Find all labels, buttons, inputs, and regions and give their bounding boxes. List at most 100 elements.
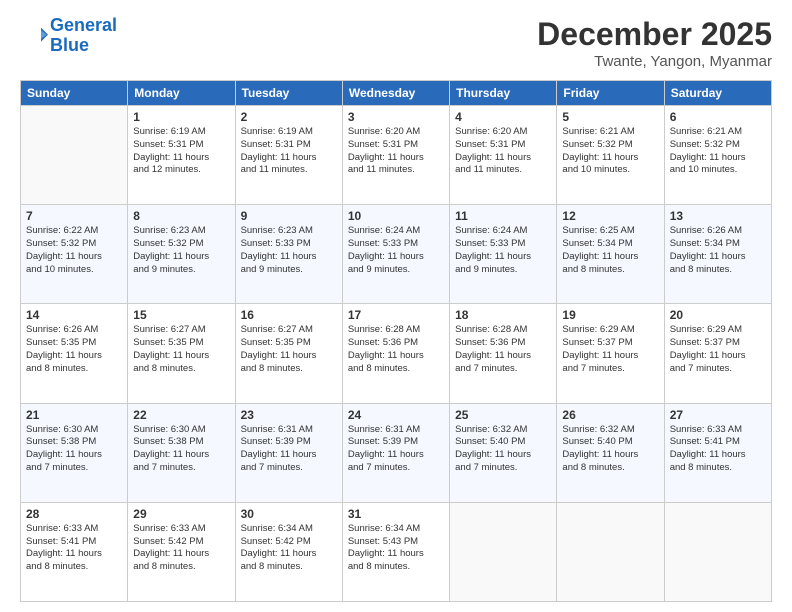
- calendar-cell: 14Sunrise: 6:26 AMSunset: 5:35 PMDayligh…: [21, 304, 128, 403]
- calendar-cell: 26Sunrise: 6:32 AMSunset: 5:40 PMDayligh…: [557, 403, 664, 502]
- day-info: Sunrise: 6:23 AMSunset: 5:33 PMDaylight:…: [241, 225, 337, 276]
- logo-icon: [20, 22, 48, 50]
- day-number: 10: [348, 209, 444, 223]
- day-info: Sunrise: 6:33 AMSunset: 5:41 PMDaylight:…: [26, 523, 122, 574]
- calendar-cell: 11Sunrise: 6:24 AMSunset: 5:33 PMDayligh…: [450, 205, 557, 304]
- calendar-cell: 23 Sunrise: 6:31 AMSunset: 5:39 PMDayligh…: [235, 403, 342, 502]
- calendar-cell: 2Sunrise: 6:19 AMSunset: 5:31 PMDaylight…: [235, 106, 342, 205]
- day-info: Sunrise: 6:32 AMSunset: 5:40 PMDaylight:…: [562, 424, 658, 475]
- calendar-cell: 17 Sunrise: 6:28 AMSunset: 5:36 PMDayligh…: [342, 304, 449, 403]
- day-number: 23: [241, 408, 337, 422]
- day-number: 16: [241, 308, 337, 322]
- day-info: Sunrise: 6:24 AMSunset: 5:33 PMDaylight:…: [455, 225, 551, 276]
- day-info: Sunrise: 6:33 AMSunset: 5:42 PMDaylight:…: [133, 523, 229, 574]
- day-info: Sunrise: 6:26 AMSunset: 5:34 PMDaylight:…: [670, 225, 766, 276]
- day-number: 29: [133, 507, 229, 521]
- day-info: Sunrise: 6:21 AMSunset: 5:32 PMDaylight:…: [562, 126, 658, 177]
- day-info: Sunrise: 6:20 AMSunset: 5:31 PMDaylight:…: [348, 126, 444, 177]
- day-number: 12: [562, 209, 658, 223]
- day-info: Sunrise: 6:25 AMSunset: 5:34 PMDaylight:…: [562, 225, 658, 276]
- day-info: Sunrise: 6:34 AMSunset: 5:43 PMDaylight:…: [348, 523, 444, 574]
- day-number: 31: [348, 507, 444, 521]
- header: General Blue December 2025 Twante, Yango…: [20, 16, 772, 70]
- day-number: 2: [241, 110, 337, 124]
- day-info: Sunrise: 6:31 AMSunset: 5:39 PMDaylight:…: [348, 424, 444, 475]
- week-row-3: 14Sunrise: 6:26 AMSunset: 5:35 PMDayligh…: [21, 304, 772, 403]
- day-info: Sunrise: 6:28 AMSunset: 5:36 PMDaylight:…: [455, 324, 551, 375]
- day-info: Sunrise: 6:20 AMSunset: 5:31 PMDaylight:…: [455, 126, 551, 177]
- day-info: Sunrise: 6:31 AMSunset: 5:39 PMDaylight:…: [241, 424, 337, 475]
- day-info: Sunrise: 6:32 AMSunset: 5:40 PMDaylight:…: [455, 424, 551, 475]
- logo: General Blue: [20, 16, 117, 56]
- day-number: 1: [133, 110, 229, 124]
- day-info: Sunrise: 6:30 AMSunset: 5:38 PMDaylight:…: [133, 424, 229, 475]
- day-info: Sunrise: 6:22 AMSunset: 5:32 PMDaylight:…: [26, 225, 122, 276]
- title-block: December 2025 Twante, Yangon, Myanmar: [537, 16, 772, 70]
- calendar-cell: 4 Sunrise: 6:20 AMSunset: 5:31 PMDaylight…: [450, 106, 557, 205]
- day-header-tuesday: Tuesday: [235, 81, 342, 106]
- calendar-cell: [557, 502, 664, 601]
- day-number: 28: [26, 507, 122, 521]
- day-info: Sunrise: 6:19 AMSunset: 5:31 PMDaylight:…: [133, 126, 229, 177]
- day-info: Sunrise: 6:26 AMSunset: 5:35 PMDaylight:…: [26, 324, 122, 375]
- day-header-sunday: Sunday: [21, 81, 128, 106]
- calendar-cell: 8 Sunrise: 6:23 AMSunset: 5:32 PMDaylight…: [128, 205, 235, 304]
- calendar-cell: 30 Sunrise: 6:34 AMSunset: 5:42 PMDayligh…: [235, 502, 342, 601]
- day-info: Sunrise: 6:29 AMSunset: 5:37 PMDaylight:…: [562, 324, 658, 375]
- calendar-cell: 1 Sunrise: 6:19 AMSunset: 5:31 PMDaylight…: [128, 106, 235, 205]
- day-number: 17: [348, 308, 444, 322]
- day-info: Sunrise: 6:33 AMSunset: 5:41 PMDaylight:…: [670, 424, 766, 475]
- calendar-cell: 21Sunrise: 6:30 AMSunset: 5:38 PMDayligh…: [21, 403, 128, 502]
- day-info: Sunrise: 6:29 AMSunset: 5:37 PMDaylight:…: [670, 324, 766, 375]
- day-header-monday: Monday: [128, 81, 235, 106]
- day-number: 5: [562, 110, 658, 124]
- day-number: 13: [670, 209, 766, 223]
- calendar-cell: 9Sunrise: 6:23 AMSunset: 5:33 PMDaylight…: [235, 205, 342, 304]
- calendar-cell: 19Sunrise: 6:29 AMSunset: 5:37 PMDayligh…: [557, 304, 664, 403]
- subtitle: Twante, Yangon, Myanmar: [537, 53, 772, 70]
- calendar-cell: 13 Sunrise: 6:26 AMSunset: 5:34 PMDayligh…: [664, 205, 771, 304]
- calendar-cell: 5 Sunrise: 6:21 AMSunset: 5:32 PMDaylight…: [557, 106, 664, 205]
- day-info: Sunrise: 6:27 AMSunset: 5:35 PMDaylight:…: [241, 324, 337, 375]
- day-info: Sunrise: 6:28 AMSunset: 5:36 PMDaylight:…: [348, 324, 444, 375]
- calendar-cell: 31 Sunrise: 6:34 AMSunset: 5:43 PMDayligh…: [342, 502, 449, 601]
- calendar-cell: 6 Sunrise: 6:21 AMSunset: 5:32 PMDaylight…: [664, 106, 771, 205]
- day-number: 21: [26, 408, 122, 422]
- calendar-cell: 16 Sunrise: 6:27 AMSunset: 5:35 PMDayligh…: [235, 304, 342, 403]
- logo-text: General Blue: [50, 16, 117, 56]
- day-number: 30: [241, 507, 337, 521]
- calendar-cell: 28 Sunrise: 6:33 AMSunset: 5:41 PMDayligh…: [21, 502, 128, 601]
- day-number: 27: [670, 408, 766, 422]
- main-title: December 2025: [537, 16, 772, 53]
- calendar-cell: [21, 106, 128, 205]
- day-info: Sunrise: 6:24 AMSunset: 5:33 PMDaylight:…: [348, 225, 444, 276]
- page: General Blue December 2025 Twante, Yango…: [0, 0, 792, 612]
- calendar-cell: 24 Sunrise: 6:31 AMSunset: 5:39 PMDayligh…: [342, 403, 449, 502]
- calendar-cell: 7 Sunrise: 6:22 AMSunset: 5:32 PMDaylight…: [21, 205, 128, 304]
- calendar-cell: 3Sunrise: 6:20 AMSunset: 5:31 PMDaylight…: [342, 106, 449, 205]
- calendar-cell: 18 Sunrise: 6:28 AMSunset: 5:36 PMDayligh…: [450, 304, 557, 403]
- calendar-cell: 12 Sunrise: 6:25 AMSunset: 5:34 PMDayligh…: [557, 205, 664, 304]
- day-number: 8: [133, 209, 229, 223]
- week-row-2: 7 Sunrise: 6:22 AMSunset: 5:32 PMDaylight…: [21, 205, 772, 304]
- day-info: Sunrise: 6:21 AMSunset: 5:32 PMDaylight:…: [670, 126, 766, 177]
- calendar-cell: 22Sunrise: 6:30 AMSunset: 5:38 PMDayligh…: [128, 403, 235, 502]
- day-number: 15: [133, 308, 229, 322]
- week-row-1: 1 Sunrise: 6:19 AMSunset: 5:31 PMDaylight…: [21, 106, 772, 205]
- day-number: 4: [455, 110, 551, 124]
- day-info: Sunrise: 6:27 AMSunset: 5:35 PMDaylight:…: [133, 324, 229, 375]
- day-header-saturday: Saturday: [664, 81, 771, 106]
- day-number: 18: [455, 308, 551, 322]
- day-header-wednesday: Wednesday: [342, 81, 449, 106]
- calendar-cell: [450, 502, 557, 601]
- day-number: 20: [670, 308, 766, 322]
- day-number: 7: [26, 209, 122, 223]
- calendar-cell: 27 Sunrise: 6:33 AMSunset: 5:41 PMDayligh…: [664, 403, 771, 502]
- day-number: 24: [348, 408, 444, 422]
- calendar-cell: 20 Sunrise: 6:29 AMSunset: 5:37 PMDayligh…: [664, 304, 771, 403]
- day-number: 6: [670, 110, 766, 124]
- calendar-header-row: SundayMondayTuesdayWednesdayThursdayFrid…: [21, 81, 772, 106]
- day-info: Sunrise: 6:34 AMSunset: 5:42 PMDaylight:…: [241, 523, 337, 574]
- day-info: Sunrise: 6:23 AMSunset: 5:32 PMDaylight:…: [133, 225, 229, 276]
- day-header-friday: Friday: [557, 81, 664, 106]
